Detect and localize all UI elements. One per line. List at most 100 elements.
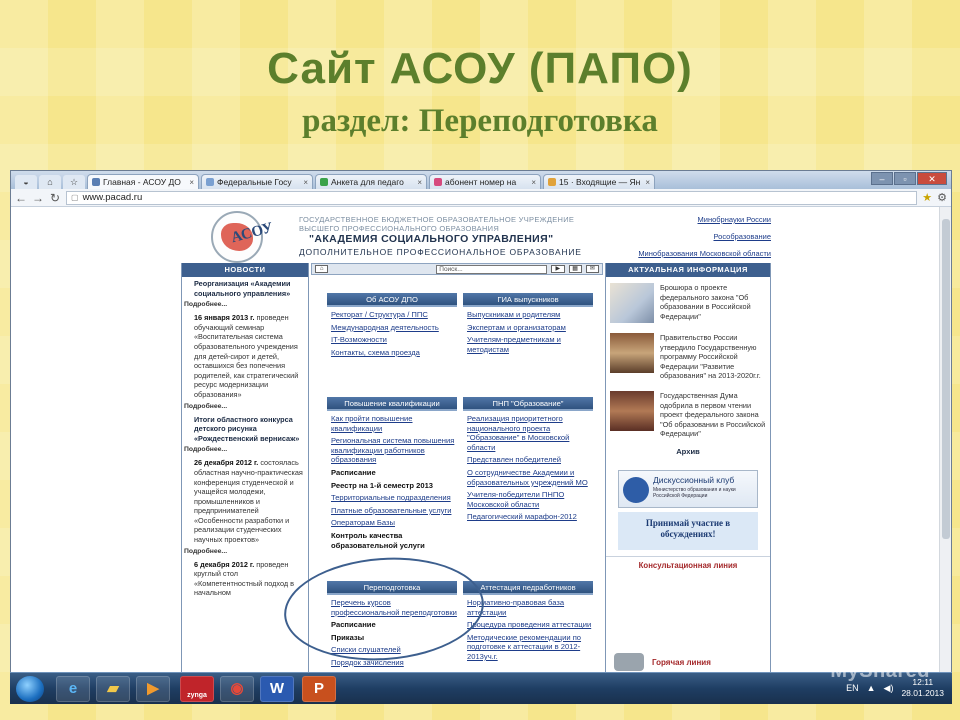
club-subtitle: Министерство образования и науки Российс… (653, 486, 736, 499)
hotline[interactable]: Горячая линия (614, 653, 711, 671)
section-link[interactable]: Порядок зачисления (331, 658, 457, 668)
home-mini-icon[interactable]: ⌂ (315, 265, 329, 273)
reload-icon[interactable]: ↻ (49, 191, 61, 205)
folder-icon[interactable]: ▰ (96, 676, 130, 702)
mail-icon[interactable]: ✉ (585, 265, 600, 273)
scrollbar[interactable] (939, 207, 951, 672)
news-text: Итоги областного конкурса детского рисун… (194, 414, 300, 443)
link-minobr-mo[interactable]: Минобразования Московской области (601, 249, 771, 258)
section-link[interactable]: Как пройти повышение квалификации (331, 414, 457, 433)
media-player-icon[interactable]: ▶ (136, 676, 170, 702)
tab-close-icon[interactable]: × (645, 178, 650, 187)
section-link[interactable]: Учителям-предметникам и методистам (467, 335, 593, 354)
news-item[interactable]: 6 декабря 2012 г. проведен круглый стол … (182, 558, 308, 600)
news-item[interactable]: 16 января 2013 г. проведен обучающий сем… (182, 311, 308, 401)
actual-news-text: Брошюра о проекте федерального закона "О… (660, 283, 751, 321)
close-button[interactable]: ✕ (917, 172, 947, 185)
club-logo-icon (623, 476, 649, 503)
browser-tab[interactable]: Федеральные Госу × (201, 174, 313, 189)
section-link[interactable]: Контакты, схема проезда (331, 348, 457, 358)
section-link[interactable]: Расписание (331, 468, 457, 478)
section-link[interactable]: Контроль качества образовательной услуги (331, 531, 457, 550)
address-bar[interactable]: ▢ www.pacad.ru (66, 190, 918, 205)
watermark: MyShared (830, 660, 930, 682)
search-go-icon[interactable]: ▶ (551, 265, 565, 273)
app-menu-icon[interactable]: ◒ (15, 175, 37, 189)
section-link[interactable]: Учителя-победители ПНПО Московской облас… (467, 490, 593, 509)
news-thumbnail[interactable] (610, 333, 654, 373)
section-link[interactable]: Выпускникам и родителям (467, 310, 593, 320)
zynga-icon[interactable]: zynga (180, 676, 214, 702)
browser-tab[interactable]: 15 · Входящие — Ян × (543, 174, 655, 189)
tab-close-icon[interactable]: × (531, 178, 536, 187)
section-link[interactable]: Педагогический марафон-2012 (467, 512, 593, 522)
actual-news-item[interactable]: Брошюра о проекте федерального закона "О… (606, 277, 770, 327)
archive-link[interactable]: Архив (606, 443, 770, 464)
header-academy-name: "АКАДЕМИЯ СОЦИАЛЬНОГО УПРАВЛЕНИЯ" (309, 233, 554, 245)
section-link[interactable]: Методические рекомендации по подготовке … (467, 633, 593, 662)
start-button[interactable] (16, 676, 44, 702)
search-input[interactable]: Поиск... (436, 264, 548, 274)
asou-logo[interactable]: АСОУ (211, 211, 275, 263)
section-link[interactable]: О сотрудничестве Академии и образователь… (467, 468, 593, 487)
section-link[interactable]: IT-Возможности (331, 335, 457, 345)
actual-news-item[interactable]: Государственная Дума одобрила в первом ч… (606, 385, 770, 443)
menu-section: Об АСОУ ДПО Ректорат / Структура / ППС Меж… (327, 293, 457, 360)
forward-icon[interactable]: → (32, 191, 44, 205)
club-call-banner[interactable]: Принимай участие в обсуждениях! (618, 511, 758, 550)
tab-close-icon[interactable]: × (303, 178, 308, 187)
news-thumbnail[interactable] (610, 283, 654, 323)
ie-icon[interactable]: e (56, 676, 90, 702)
news-date: 26 декабря 2012 г. (194, 458, 259, 468)
news-more-link[interactable]: Подробнее... (182, 547, 308, 558)
news-more-link[interactable]: Подробнее... (182, 402, 308, 413)
tab-close-icon[interactable]: × (417, 178, 422, 187)
section-link[interactable]: Платные образовательные услуги (331, 506, 457, 516)
network-icon[interactable]: ▲ (867, 683, 876, 693)
section-link[interactable]: Территориальные подразделения (331, 493, 457, 503)
language-indicator[interactable]: EN (846, 683, 859, 693)
news-more-link[interactable]: Подробнее... (182, 445, 308, 456)
sitemap-icon[interactable]: ▦ (568, 265, 582, 273)
back-icon[interactable]: ← (15, 191, 27, 205)
news-item[interactable]: 26 декабря 2012 г. состоялась областная … (182, 456, 308, 546)
browser-tab[interactable]: Главная - АСОУ ДО × (87, 174, 199, 189)
section-link[interactable]: Реестр на 1-й семестр 2013 (331, 481, 457, 491)
tab-close-icon[interactable]: × (189, 178, 194, 187)
powerpoint-icon[interactable]: P (302, 676, 336, 702)
section-link[interactable]: Региональная система повышения квалифика… (331, 436, 457, 465)
news-item[interactable]: Итоги областного конкурса детского рисун… (182, 413, 308, 446)
section-link[interactable]: Реализация приоритетного национального п… (467, 414, 593, 452)
volume-icon[interactable]: ◀) (884, 683, 894, 694)
news-text: проведен обучающий семинар «Воспитательн… (194, 313, 299, 399)
window-controls: – ▫ ✕ (871, 172, 947, 185)
chrome-icon[interactable]: ◉ (220, 676, 254, 702)
maximize-button[interactable]: ▫ (894, 172, 916, 185)
star-icon[interactable]: ★ (922, 191, 932, 204)
scroll-thumb[interactable] (942, 219, 950, 539)
section-link[interactable]: Процедура проведения аттестации (467, 620, 593, 630)
news-more-link[interactable]: Подробнее... (182, 300, 308, 311)
section-link[interactable]: Экспертам и организаторам (467, 323, 593, 333)
link-minobrnauki[interactable]: Минобрнауки России (601, 215, 771, 224)
bookmark-icon[interactable]: ☆ (63, 175, 85, 189)
minimize-button[interactable]: – (871, 172, 893, 185)
tab-favicon-icon (92, 178, 100, 186)
section-link[interactable]: Ректорат / Структура / ППС (331, 310, 457, 320)
section-link[interactable]: Представлен победителей (467, 455, 593, 465)
wrench-icon[interactable]: ⚙ (937, 191, 947, 204)
actual-news-text: Правительство России утвердило Государст… (660, 333, 761, 381)
home-icon[interactable]: ⌂ (39, 175, 61, 189)
browser-tab[interactable]: Анкета для педаго × (315, 174, 427, 189)
section-link[interactable]: Операторам Базы (331, 518, 457, 528)
word-icon[interactable]: W (260, 676, 294, 702)
discussion-club-banner[interactable]: Дискуссионный клуб Министерство образова… (618, 469, 758, 508)
actual-news-item[interactable]: Правительство России утвердило Государст… (606, 327, 770, 385)
browser-tab[interactable]: абонент номер на × (429, 174, 541, 189)
section-link[interactable]: Нормативно-правовая база аттестации (467, 598, 593, 617)
link-rosobrazovanie[interactable]: Рособразование (601, 232, 771, 241)
news-item[interactable]: Реорганизация «Академии социального упра… (182, 277, 308, 300)
news-thumbnail[interactable] (610, 390, 654, 431)
section-heading: Аттестация педработников (463, 581, 593, 595)
section-link[interactable]: Международная деятельность (331, 323, 457, 333)
